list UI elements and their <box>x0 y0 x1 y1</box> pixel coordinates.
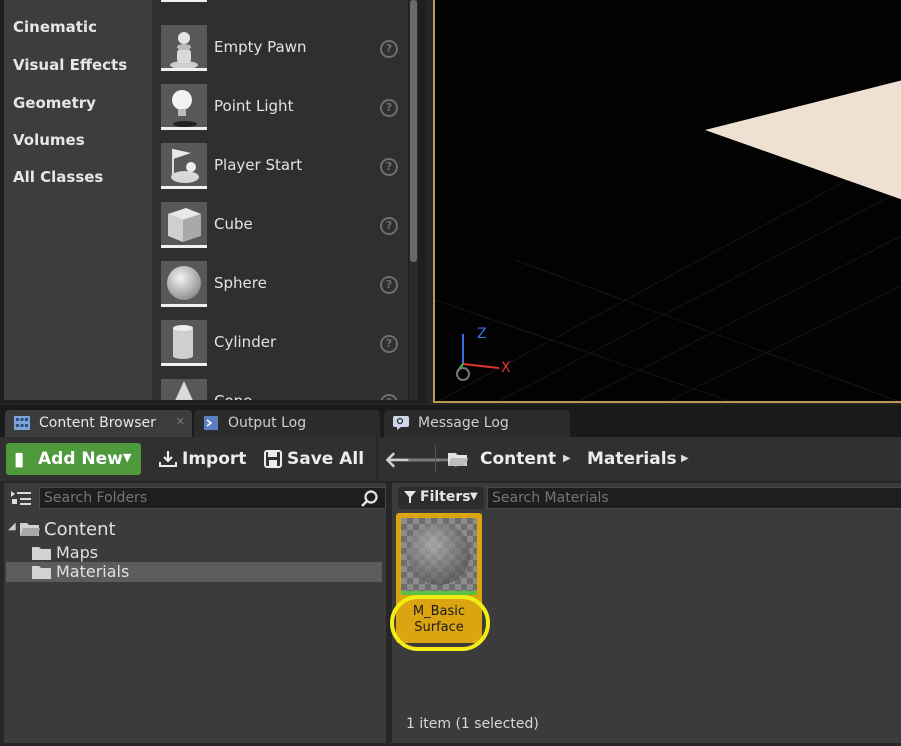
filters-label: Filters <box>420 489 471 505</box>
folder-tree-panel: ◢ Content Maps Materials <box>4 483 386 743</box>
folder-label: Maps <box>56 543 99 562</box>
material-sphere-thumbnail <box>401 518 477 592</box>
actor-item-cylinder[interactable]: Cylinder ? <box>152 316 408 372</box>
breadcrumb-content[interactable]: Content <box>480 449 556 469</box>
actor-item-point-light[interactable]: Point Light ? <box>152 80 408 136</box>
help-icon[interactable]: ? <box>380 394 398 400</box>
message-log-icon <box>393 416 409 430</box>
breadcrumb-chevron-icon[interactable]: ▶ <box>681 453 689 464</box>
actor-label: Player Start <box>214 156 303 174</box>
tab-output-log[interactable]: Output Log <box>194 410 380 437</box>
actor-thumbnail <box>161 0 207 2</box>
content-browser-icon <box>14 416 30 430</box>
actor-label: Cylinder <box>214 333 277 351</box>
chevron-down-icon: ▼ <box>123 451 132 464</box>
folder-label: Content <box>44 519 116 540</box>
search-folders-input[interactable] <box>44 489 344 507</box>
actor-item-sphere[interactable]: Sphere ? <box>152 257 408 313</box>
place-actors-panel: Cinematic Visual Effects Geometry Volume… <box>0 0 426 403</box>
breadcrumb-chevron-icon[interactable]: ▶ <box>563 453 571 464</box>
category-list: Cinematic Visual Effects Geometry Volume… <box>4 0 152 400</box>
category-all-classes[interactable]: All Classes <box>13 168 103 186</box>
actor-list-scrollbar-thumb[interactable] <box>410 0 417 262</box>
folder-icon <box>32 566 51 579</box>
search-materials-field[interactable] <box>487 487 901 509</box>
highlight-circle <box>390 595 490 651</box>
output-log-icon <box>204 416 218 430</box>
folder-item-content[interactable]: ◢ Content <box>6 519 206 540</box>
actor-label: Cone <box>214 392 252 400</box>
folder-tree-toggle-icon[interactable] <box>10 489 32 507</box>
folder-open-icon[interactable] <box>447 450 469 468</box>
import-icon <box>159 451 177 467</box>
chevron-down-icon[interactable]: ◢ <box>8 521 16 532</box>
tab-bar: Content Browser ✕ Output Log Message Log <box>0 405 901 437</box>
filter-icon <box>404 491 416 503</box>
search-folders-field[interactable] <box>39 487 386 509</box>
save-icon <box>264 450 282 468</box>
category-geometry[interactable]: Geometry <box>13 94 96 112</box>
category-cinematic[interactable]: Cinematic <box>13 18 97 36</box>
help-icon[interactable]: ? <box>380 335 398 353</box>
save-all-label: Save All <box>287 449 365 469</box>
tab-message-log[interactable]: Message Log <box>384 410 570 437</box>
plane-mesh <box>705 80 901 200</box>
help-icon[interactable]: ? <box>380 40 398 58</box>
actor-label: Cube <box>214 215 253 233</box>
actor-label: Sphere <box>214 274 267 292</box>
chevron-down-icon: ▼ <box>470 491 478 502</box>
actor-item-cone[interactable]: Cone ? <box>152 375 408 400</box>
cube-icon <box>161 202 207 248</box>
pawn-icon <box>161 25 207 71</box>
filters-button[interactable]: Filters ▼ <box>398 487 484 509</box>
actor-item-partial[interactable] <box>152 0 408 8</box>
toolbar-divider <box>435 445 436 473</box>
folder-label: Materials <box>56 562 130 581</box>
search-icon[interactable] <box>361 490 379 508</box>
help-icon[interactable]: ? <box>380 276 398 294</box>
actor-list: Empty Pawn ? Point Light ? Player Start … <box>152 0 408 400</box>
tab-content-browser[interactable]: Content Browser ✕ <box>5 410 192 437</box>
asset-tile-m-basic-surface[interactable]: M_Basic Surface <box>390 513 490 651</box>
cylinder-icon <box>161 320 207 366</box>
search-materials-input[interactable] <box>492 489 792 507</box>
level-viewport[interactable]: Z X <box>433 0 901 403</box>
actor-item-empty-pawn[interactable]: Empty Pawn ? <box>152 21 408 77</box>
content-browser-toolbar: ▮ Add New ▼ Import Save All <box>0 437 376 481</box>
help-icon[interactable]: ? <box>380 99 398 117</box>
help-icon[interactable]: ? <box>380 217 398 235</box>
player-start-icon <box>161 143 207 189</box>
axis-gizmo <box>456 334 500 381</box>
folder-icon <box>32 547 51 560</box>
axis-x-label: X <box>501 360 511 376</box>
breadcrumb-materials[interactable]: Materials <box>587 449 677 469</box>
asset-view-panel: Filters ▼ M_Basic Surface 1 item (1 sele… <box>390 483 901 743</box>
save-all-button[interactable]: Save All <box>264 443 364 475</box>
folder-item-maps[interactable]: Maps <box>6 543 206 563</box>
add-new-button[interactable]: ▮ Add New ▼ <box>6 443 141 475</box>
asset-count-status: 1 item (1 selected) <box>406 716 539 732</box>
actor-label: Point Light <box>214 97 294 115</box>
add-new-label: Add New <box>38 449 123 469</box>
lightbulb-icon <box>161 84 207 130</box>
actor-item-player-start[interactable]: Player Start ? <box>152 139 408 195</box>
folder-open-icon <box>20 523 40 536</box>
folder-item-materials[interactable]: Materials <box>6 562 382 582</box>
tab-label: Message Log <box>418 415 509 431</box>
tab-label: Output Log <box>228 415 307 431</box>
tab-label: Content Browser <box>39 415 156 431</box>
category-visual-effects[interactable]: Visual Effects <box>13 56 127 74</box>
plus-icon: ▮ <box>14 448 25 470</box>
cone-icon <box>161 379 207 400</box>
close-icon[interactable]: ✕ <box>176 415 185 428</box>
import-label: Import <box>182 449 247 469</box>
import-button[interactable]: Import <box>159 443 247 475</box>
navigation-toolbar: 🡐 🡒 Content ▶ Materials ▶ <box>378 437 901 481</box>
axis-z-label: Z <box>477 326 487 342</box>
help-icon[interactable]: ? <box>380 158 398 176</box>
actor-item-cube[interactable]: Cube ? <box>152 198 408 254</box>
category-volumes[interactable]: Volumes <box>13 131 85 149</box>
sphere-icon <box>161 261 207 307</box>
actor-label: Empty Pawn <box>214 38 307 56</box>
